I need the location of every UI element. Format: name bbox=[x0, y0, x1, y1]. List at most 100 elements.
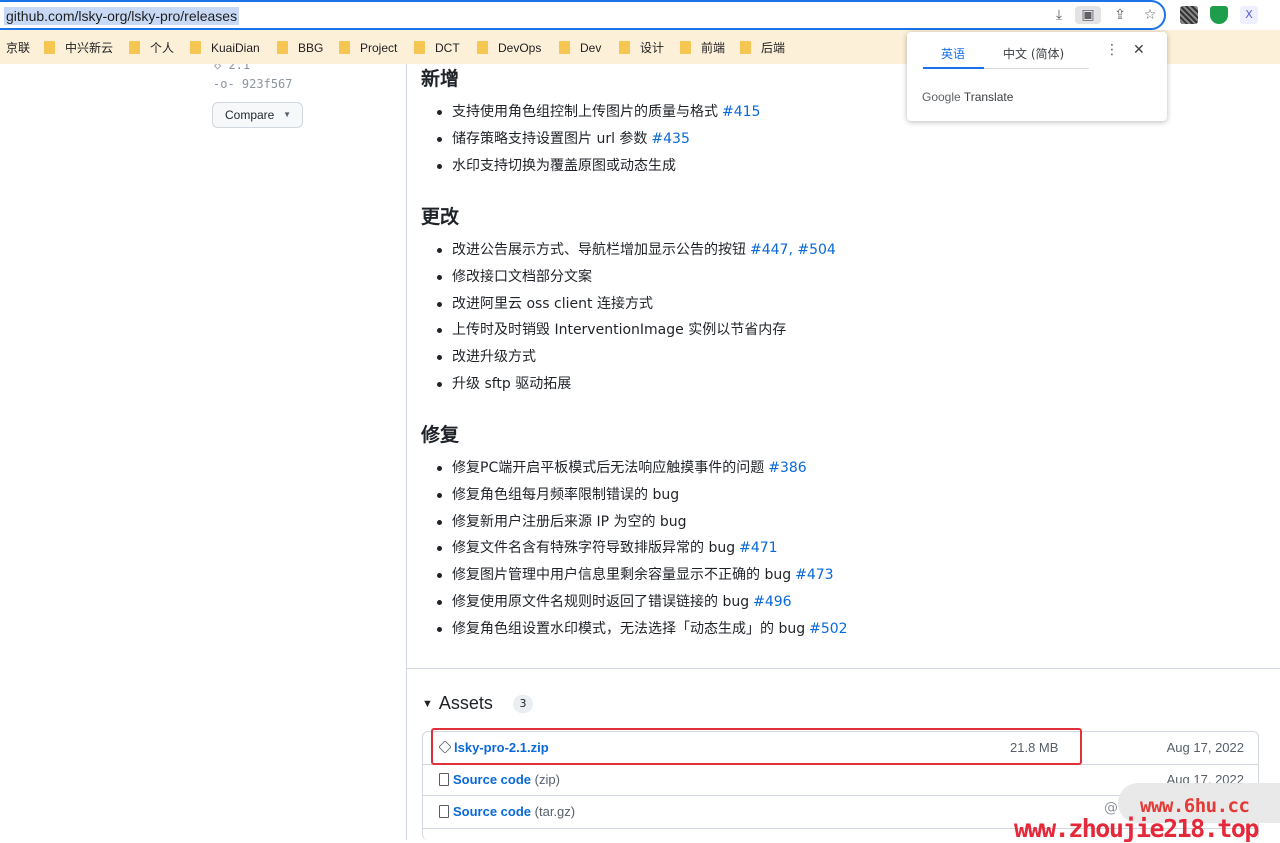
bookmark-label: 个人 bbox=[150, 41, 175, 55]
folder-icon bbox=[740, 41, 751, 54]
item-text: 修复使用原文件名规则时返回了错误链接的 bug bbox=[452, 593, 750, 610]
triangle-down-icon: ▼ bbox=[422, 698, 433, 710]
list-item: 修复使用原文件名规则时返回了错误链接的 bug #496 bbox=[421, 589, 848, 616]
active-tab-indicator bbox=[923, 67, 984, 69]
item-text: 修改接口文档部分文案 bbox=[452, 268, 592, 285]
bookmark-label: 后端 bbox=[761, 41, 786, 55]
bookmark-item[interactable]: 前端 bbox=[680, 40, 725, 56]
folder-icon bbox=[414, 41, 425, 54]
x-extension-icon[interactable]: X bbox=[1240, 6, 1258, 24]
browser-toolbar: github.com/lsky-org/lsky-pro/releases ⤓ … bbox=[0, 0, 1280, 30]
bookmark-item[interactable]: DevOps bbox=[477, 40, 541, 56]
issue-link[interactable]: #447, #504 bbox=[750, 242, 836, 258]
bookmark-label: 京联 bbox=[6, 41, 31, 55]
bookmark-item[interactable]: Project bbox=[339, 40, 397, 56]
bookmark-label: 设计 bbox=[640, 41, 665, 55]
folder-icon bbox=[339, 41, 350, 54]
url-text[interactable]: github.com/lsky-org/lsky-pro/releases bbox=[4, 7, 240, 25]
bookmark-label: KuaiDian bbox=[211, 41, 260, 55]
folder-icon bbox=[619, 41, 630, 54]
list-item: 修复PC端开启平板模式后无法响应触摸事件的问题 #386 bbox=[421, 455, 848, 482]
section-heading: 修复 bbox=[421, 424, 460, 446]
divider bbox=[407, 668, 1280, 669]
list-item: 改进升级方式 bbox=[421, 344, 836, 371]
issue-link[interactable]: #502 bbox=[809, 621, 847, 637]
bookmark-label: DevOps bbox=[498, 41, 542, 55]
section-list: 修复PC端开启平板模式后无法响应触摸事件的问题 #386 修复角色组每月频率限制错… bbox=[421, 455, 848, 643]
commit-link[interactable]: -o- 923f567 bbox=[213, 77, 293, 91]
bookmark-item[interactable]: 中兴新云 bbox=[44, 40, 113, 56]
caret-down-icon: ▼ bbox=[283, 110, 291, 119]
translate-icon[interactable]: ▣ bbox=[1075, 6, 1101, 24]
asset-link[interactable]: Source code (tar.gz) bbox=[439, 804, 575, 819]
highlight-box bbox=[431, 728, 1082, 765]
section-heading: 新增 bbox=[421, 68, 460, 90]
share-icon[interactable]: ⇪ bbox=[1111, 6, 1129, 24]
bookmark-item[interactable]: 后端 bbox=[740, 40, 785, 56]
assets-title: Assets bbox=[438, 693, 493, 713]
bookmark-item[interactable]: 设计 bbox=[619, 40, 664, 56]
release-body bbox=[406, 64, 1280, 840]
download-icon[interactable]: ⤓ bbox=[1050, 6, 1068, 24]
folder-icon bbox=[680, 41, 691, 54]
tab-source-language[interactable]: 英语 bbox=[941, 45, 965, 62]
list-item: 升级 sftp 驱动拓展 bbox=[421, 371, 836, 398]
issue-link[interactable]: #471 bbox=[739, 540, 777, 556]
item-text: 储存策略支持设置图片 url 参数 bbox=[452, 130, 648, 147]
address-bar[interactable]: github.com/lsky-org/lsky-pro/releases bbox=[0, 0, 1166, 30]
issue-link[interactable]: #496 bbox=[753, 594, 791, 610]
file-zip-icon bbox=[439, 773, 449, 786]
bookmark-item[interactable]: KuaiDian bbox=[190, 40, 260, 56]
asset-suffix: (zip) bbox=[534, 772, 560, 787]
translate-popup: 英语 中文 (简体) ⋮ ✕ Google Translate bbox=[907, 32, 1167, 121]
item-text: 上传时及时销毁 InterventionImage 实例以节省内存 bbox=[452, 322, 787, 339]
item-text: 改进升级方式 bbox=[452, 349, 536, 366]
more-options-icon[interactable]: ⋮ bbox=[1105, 42, 1119, 58]
item-text: 修复PC端开启平板模式后无法响应触摸事件的问题 bbox=[452, 460, 765, 476]
item-text: 修复角色组设置水印模式，无法选择「动态生成」的 bug bbox=[452, 620, 806, 637]
section-heading: 更改 bbox=[421, 206, 460, 228]
commit-icon: -o- bbox=[213, 77, 235, 91]
bookmark-item[interactable]: Dev bbox=[559, 40, 601, 56]
item-text: 修复角色组每月频率限制错误的 bug bbox=[452, 486, 680, 503]
list-item: 支持使用角色组控制上传图片的质量与格式 #415 bbox=[421, 99, 760, 126]
bookmark-label: Dev bbox=[580, 41, 602, 55]
bookmark-item[interactable]: 京联 bbox=[6, 40, 30, 56]
issue-link[interactable]: #415 bbox=[722, 104, 760, 120]
item-text: 水印支持切换为覆盖原图或动态生成 bbox=[452, 157, 676, 174]
asset-name: Source code bbox=[453, 804, 532, 819]
bookmark-item[interactable]: 个人 bbox=[129, 40, 174, 56]
qr-extension-icon[interactable] bbox=[1180, 6, 1198, 24]
issue-link[interactable]: #386 bbox=[768, 460, 806, 476]
bookmark-item[interactable]: DCT bbox=[414, 40, 460, 56]
list-item: 修复新用户注册后来源 IP 为空的 bug bbox=[421, 509, 848, 536]
list-item: 水印支持切换为覆盖原图或动态生成 bbox=[421, 153, 760, 180]
assets-toggle[interactable]: ▼ Assets bbox=[422, 691, 493, 715]
item-text: 支持使用角色组控制上传图片的质量与格式 bbox=[452, 104, 718, 120]
bookmark-label: 前端 bbox=[701, 41, 726, 55]
folder-icon bbox=[190, 41, 201, 54]
list-item: 储存策略支持设置图片 url 参数 #435 bbox=[421, 126, 760, 153]
issue-link[interactable]: #435 bbox=[651, 131, 689, 147]
folder-icon bbox=[129, 41, 140, 54]
tab-target-language[interactable]: 中文 (简体) bbox=[1003, 45, 1064, 62]
compare-button[interactable]: Compare ▼ bbox=[212, 102, 303, 128]
item-text: 改进阿里云 oss client 连接方式 bbox=[452, 295, 653, 312]
close-icon[interactable]: ✕ bbox=[1133, 42, 1145, 58]
section-list: 改进公告展示方式、导航栏增加显示公告的按钮 #447, #504 修改接口文档部分… bbox=[421, 237, 836, 398]
folder-icon bbox=[477, 41, 488, 54]
issue-link[interactable]: #473 bbox=[795, 567, 833, 583]
item-text: 改进公告展示方式、导航栏增加显示公告的按钮 bbox=[452, 242, 746, 258]
asset-link[interactable]: Source code (zip) bbox=[439, 772, 560, 787]
asset-suffix: (tar.gz) bbox=[534, 804, 576, 819]
star-icon[interactable]: ☆ bbox=[1141, 6, 1159, 24]
brand-translate: Translate bbox=[963, 90, 1014, 104]
list-item: 修改接口文档部分文案 bbox=[421, 264, 836, 291]
asset-date: Aug 17, 2022 bbox=[1166, 740, 1244, 755]
file-zip-icon bbox=[439, 805, 449, 818]
asset-name: Source code bbox=[453, 772, 532, 787]
bookmark-item[interactable]: BBG bbox=[277, 40, 323, 56]
list-item: 改进公告展示方式、导航栏增加显示公告的按钮 #447, #504 bbox=[421, 237, 836, 264]
shield-extension-icon[interactable] bbox=[1210, 6, 1228, 24]
list-item: 修复图片管理中用户信息里剩余容量显示不正确的 bug #473 bbox=[421, 562, 848, 589]
